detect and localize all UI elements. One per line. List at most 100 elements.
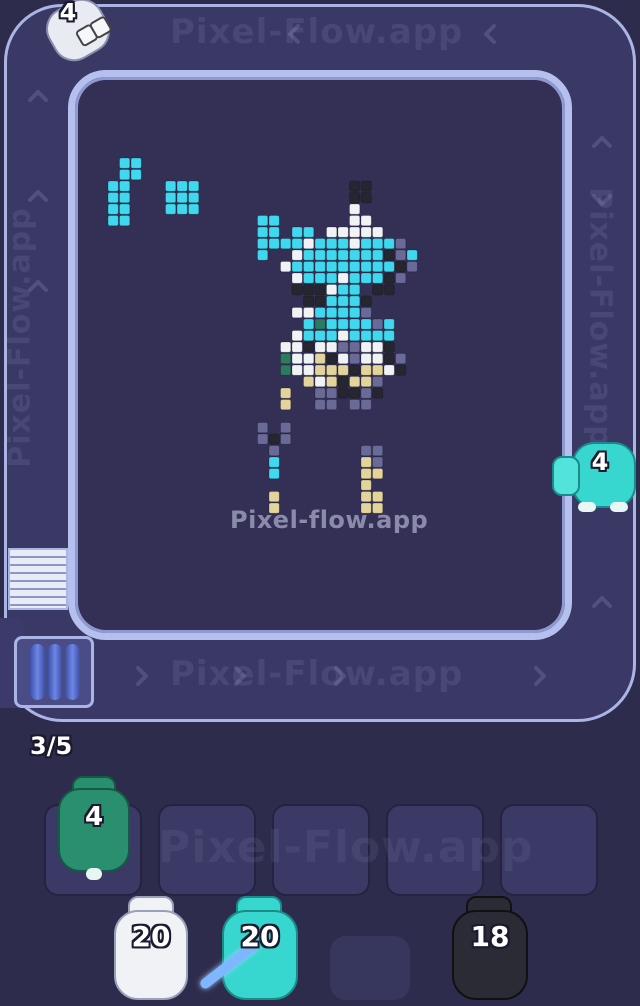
pixel-block <box>360 364 372 376</box>
pixel-block <box>372 353 384 365</box>
pixel-block <box>383 318 395 330</box>
pixel-block <box>291 307 303 319</box>
pixel-block <box>360 468 372 480</box>
shooter-foot <box>578 502 596 512</box>
pixel-block <box>349 353 361 365</box>
shooter-count: 18 <box>470 920 510 953</box>
pixel-block <box>349 341 361 353</box>
pixel-block <box>268 433 280 445</box>
pixel-block <box>188 180 200 192</box>
pixel-block <box>303 261 315 273</box>
pixel-block <box>165 180 177 192</box>
pixel-block <box>326 399 338 411</box>
pixel-block <box>383 238 395 250</box>
pixel-block <box>337 238 349 250</box>
pixel-block <box>383 364 395 376</box>
pixel-block <box>337 261 349 273</box>
pixel-block <box>372 272 384 284</box>
pixel-block <box>268 226 280 238</box>
shooter-foot <box>610 502 628 512</box>
arrow-chevron-icon <box>334 666 346 686</box>
pixel-block <box>349 307 361 319</box>
pixel-block <box>119 203 131 215</box>
pixel-block <box>257 433 269 445</box>
pixel-block <box>326 364 338 376</box>
pixel-block <box>337 226 349 238</box>
pixel-block <box>257 215 269 227</box>
pixel-block <box>326 249 338 261</box>
pixel-block <box>314 353 326 365</box>
shooter-slot-1[interactable]: 4 <box>56 776 132 880</box>
pixel-block <box>280 341 292 353</box>
pixel-block <box>395 272 407 284</box>
pixel-block <box>372 238 384 250</box>
pixel-block <box>337 330 349 342</box>
pixel-block <box>372 445 384 457</box>
pixel-block <box>372 491 384 503</box>
pixel-block <box>383 284 395 296</box>
pixel-block <box>372 318 384 330</box>
pixel-block <box>360 318 372 330</box>
pixel-art <box>107 157 418 514</box>
pixel-block <box>360 192 372 204</box>
pixel-block <box>395 353 407 365</box>
pixel-block <box>349 376 361 388</box>
pixel-block <box>349 318 361 330</box>
pixel-block <box>303 295 315 307</box>
pixel-block <box>349 203 361 215</box>
pixel-block <box>349 295 361 307</box>
pixel-block <box>314 330 326 342</box>
pixel-block <box>349 330 361 342</box>
pixel-block <box>291 261 303 273</box>
pixel-block <box>303 307 315 319</box>
pixel-block <box>314 249 326 261</box>
queue-shooter-cyan[interactable]: 20 <box>198 896 300 1006</box>
pixel-block <box>280 353 292 365</box>
pixel-block <box>119 215 131 227</box>
shooter-count: 20 <box>131 920 171 953</box>
queue-shooter-white[interactable]: 20 <box>112 896 190 1006</box>
pixel-block <box>360 445 372 457</box>
pixel-block <box>257 226 269 238</box>
pixel-block <box>395 238 407 250</box>
slots-watermark: Pixel-Flow.app <box>158 822 534 873</box>
pixel-block <box>360 376 372 388</box>
shooter-hand <box>552 456 580 496</box>
shooter-right[interactable]: 4 <box>552 436 638 516</box>
pixel-block <box>107 215 119 227</box>
pixel-block <box>280 387 292 399</box>
pixel-block <box>395 261 407 273</box>
pixel-block <box>107 203 119 215</box>
pixel-block <box>360 387 372 399</box>
pixel-block <box>107 180 119 192</box>
pixel-block <box>372 261 384 273</box>
pixel-block <box>349 364 361 376</box>
pixel-block <box>360 180 372 192</box>
pixel-block <box>257 238 269 250</box>
pixel-block <box>383 353 395 365</box>
pixel-block <box>188 192 200 204</box>
shooter-count: 4 <box>591 448 609 476</box>
pixel-block <box>383 249 395 261</box>
queue-shooter-black[interactable]: 18 <box>450 896 530 1006</box>
launcher-rollers[interactable] <box>30 644 81 700</box>
pixel-block <box>349 238 361 250</box>
pixel-block <box>314 272 326 284</box>
pixel-block <box>326 376 338 388</box>
pixel-block <box>257 249 269 261</box>
pixel-block <box>176 180 188 192</box>
pixel-block <box>360 330 372 342</box>
pixel-block <box>303 353 315 365</box>
pixel-block <box>119 169 131 181</box>
pixel-block <box>165 192 177 204</box>
pixel-block <box>349 272 361 284</box>
pixel-block <box>303 341 315 353</box>
pixel-block <box>326 307 338 319</box>
pixel-block <box>337 307 349 319</box>
pixel-block <box>360 238 372 250</box>
pixel-block <box>360 215 372 227</box>
pixel-block <box>337 376 349 388</box>
pixel-block <box>326 261 338 273</box>
pixel-block <box>349 215 361 227</box>
pixel-block <box>360 249 372 261</box>
